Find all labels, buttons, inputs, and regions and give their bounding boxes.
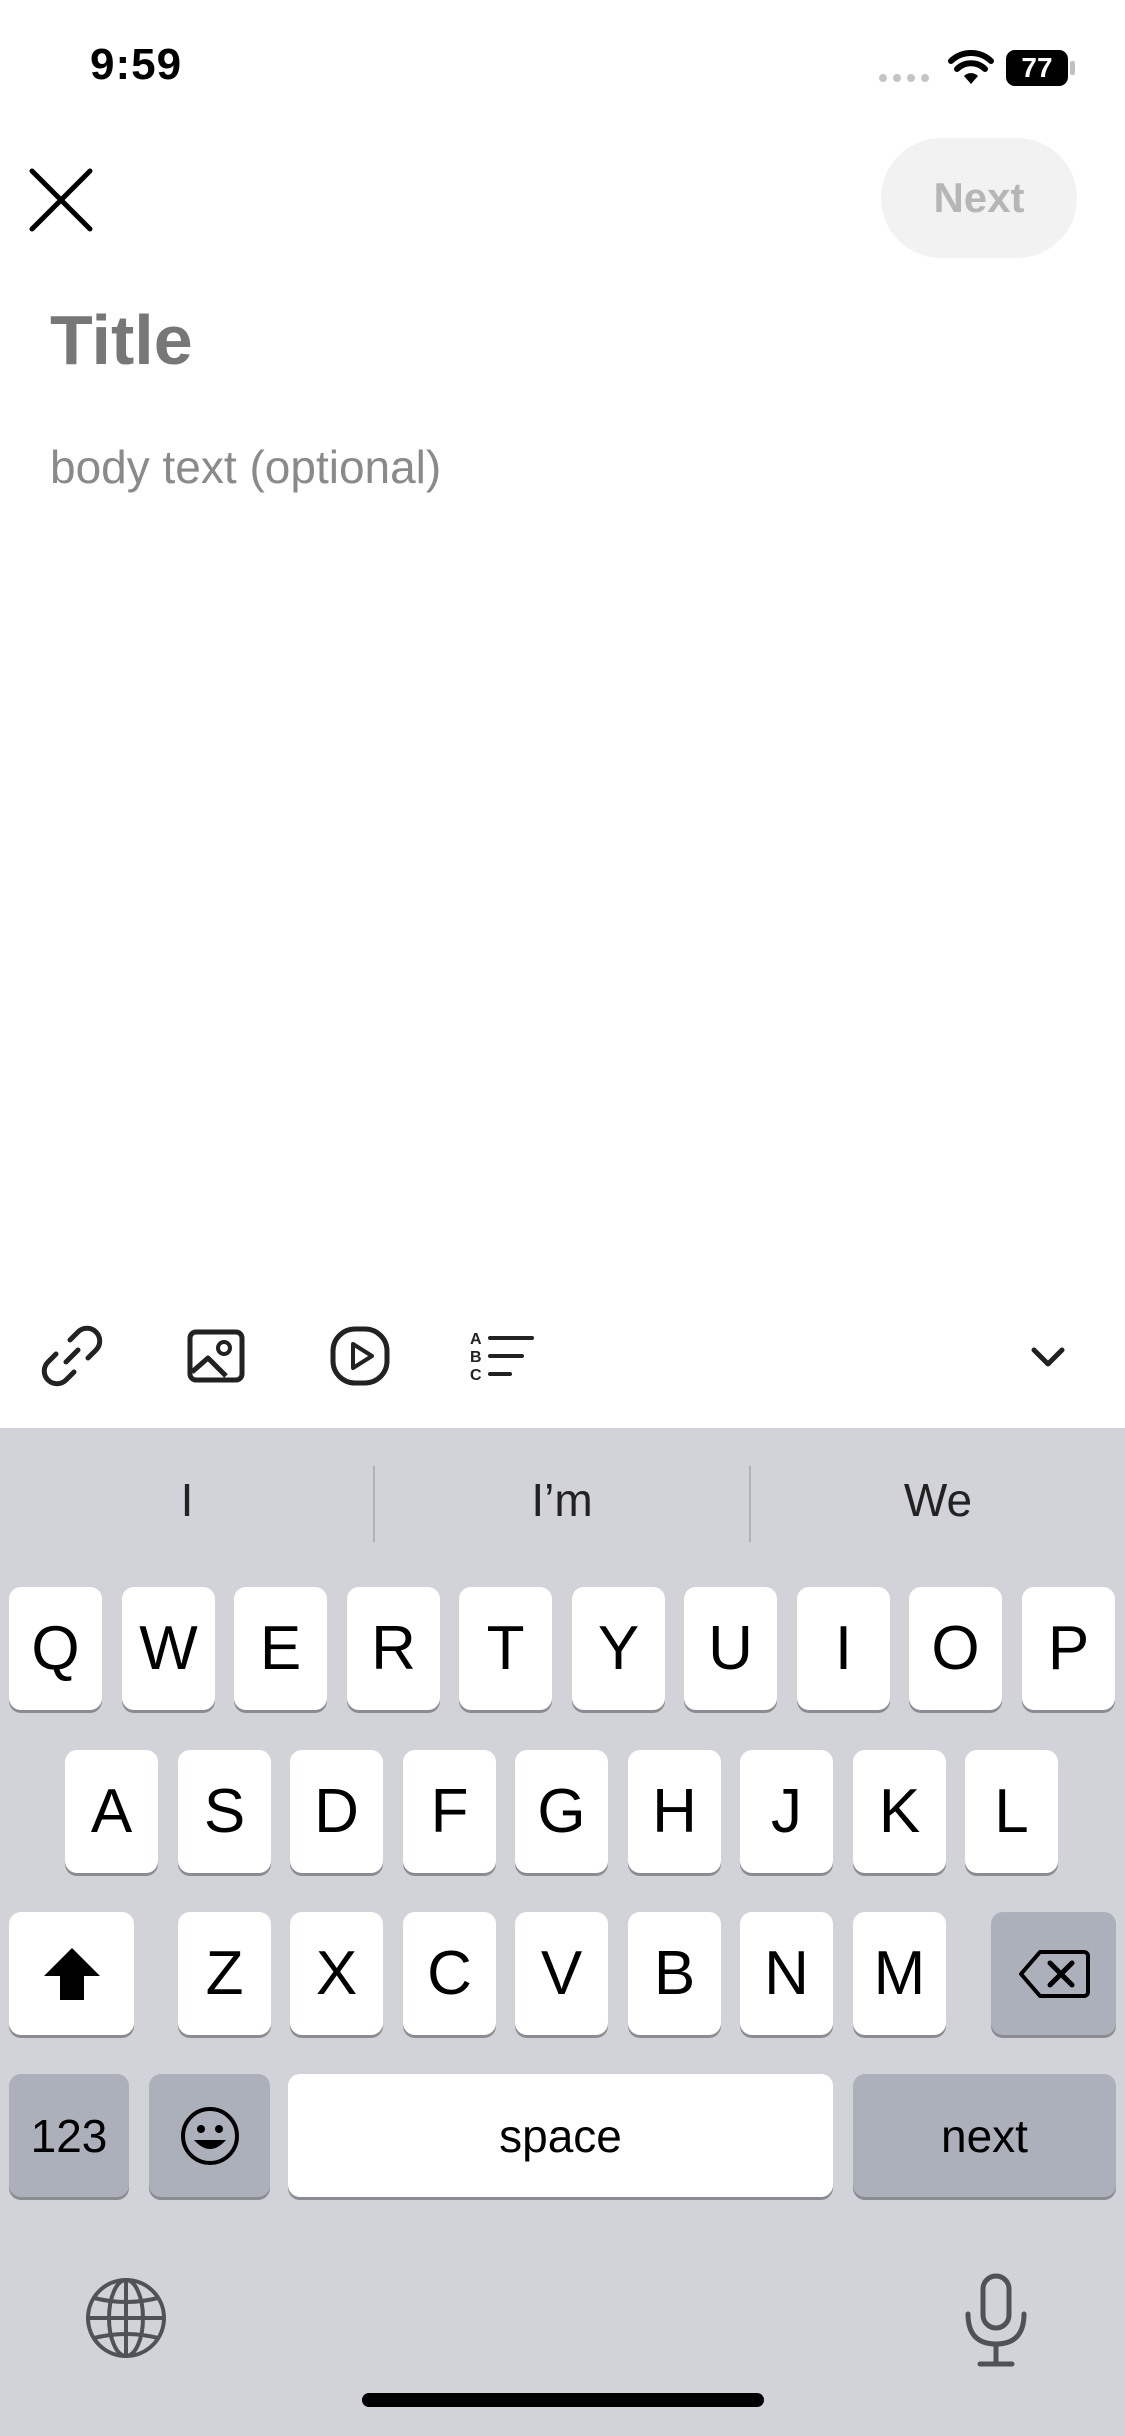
return-key[interactable]: next: [853, 2074, 1116, 2197]
backspace-icon: [1018, 1949, 1090, 1998]
wifi-icon: [948, 50, 994, 84]
shift-icon: [43, 1947, 100, 2000]
shift-key[interactable]: [9, 1912, 134, 2035]
emoji-key[interactable]: [149, 2074, 270, 2197]
key-n[interactable]: N: [740, 1912, 833, 2035]
title-input[interactable]: Title: [50, 300, 1050, 380]
space-key[interactable]: space: [288, 2074, 833, 2197]
key-z[interactable]: Z: [178, 1912, 271, 2035]
suggestion-2[interactable]: I’m: [375, 1452, 749, 1548]
next-button[interactable]: Next: [881, 138, 1077, 258]
key-r[interactable]: R: [347, 1587, 440, 1710]
key-c[interactable]: C: [403, 1912, 496, 2035]
close-icon[interactable]: [26, 165, 96, 235]
backspace-key[interactable]: [991, 1912, 1116, 2035]
key-y[interactable]: Y: [572, 1587, 665, 1710]
battery-level: 77: [1021, 52, 1053, 83]
key-a[interactable]: A: [65, 1750, 158, 1873]
cellular-signal-icon: [879, 74, 929, 82]
key-k[interactable]: K: [853, 1750, 946, 1873]
key-q[interactable]: Q: [9, 1587, 102, 1710]
key-s[interactable]: S: [178, 1750, 271, 1873]
key-x[interactable]: X: [290, 1912, 383, 2035]
svg-text:A: A: [470, 1331, 482, 1348]
chevron-down-icon[interactable]: [1012, 1320, 1084, 1392]
list-icon[interactable]: A B C: [466, 1320, 538, 1392]
body-text-input[interactable]: body text (optional): [50, 440, 1050, 494]
key-b[interactable]: B: [628, 1912, 721, 2035]
numbers-key[interactable]: 123: [9, 2074, 129, 2197]
suggestion-3[interactable]: We: [751, 1452, 1125, 1548]
key-m[interactable]: M: [853, 1912, 946, 2035]
key-j[interactable]: J: [740, 1750, 833, 1873]
key-h[interactable]: H: [628, 1750, 721, 1873]
battery-indicator: 77: [1006, 50, 1078, 86]
link-icon[interactable]: [36, 1320, 108, 1392]
key-f[interactable]: F: [403, 1750, 496, 1873]
image-icon[interactable]: [180, 1320, 252, 1392]
key-o[interactable]: O: [909, 1587, 1002, 1710]
microphone-icon[interactable]: [960, 2270, 1032, 2370]
globe-icon[interactable]: [84, 2276, 168, 2360]
key-v[interactable]: V: [515, 1912, 608, 2035]
status-time: 9:59: [90, 40, 183, 89]
emoji-icon: [180, 2106, 239, 2165]
key-e[interactable]: E: [234, 1587, 327, 1710]
suggestion-1[interactable]: I: [0, 1452, 374, 1548]
key-d[interactable]: D: [290, 1750, 383, 1873]
key-p[interactable]: P: [1022, 1587, 1115, 1710]
key-i[interactable]: I: [797, 1587, 890, 1710]
key-w[interactable]: W: [122, 1587, 215, 1710]
key-g[interactable]: G: [515, 1750, 608, 1873]
svg-text:B: B: [470, 1349, 482, 1366]
video-icon[interactable]: [324, 1320, 396, 1392]
key-u[interactable]: U: [684, 1587, 777, 1710]
key-t[interactable]: T: [459, 1587, 552, 1710]
key-l[interactable]: L: [965, 1750, 1058, 1873]
svg-text:C: C: [470, 1367, 482, 1384]
home-indicator[interactable]: [362, 2393, 764, 2407]
